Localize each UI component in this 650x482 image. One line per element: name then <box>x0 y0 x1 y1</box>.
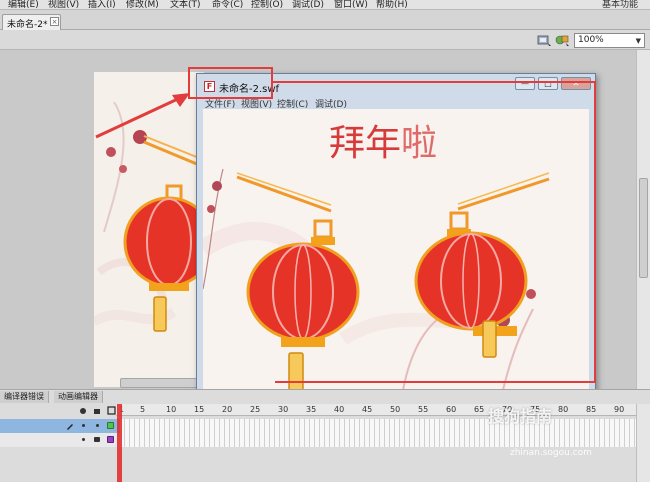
chevron-down-icon: ▼ <box>635 37 641 45</box>
visibility-dot-icon[interactable] <box>82 438 85 441</box>
layer-color-icon[interactable] <box>107 422 114 429</box>
highlight-outline <box>273 81 596 383</box>
menu-edit[interactable]: 编辑(E) <box>8 0 39 9</box>
outline-icon <box>107 406 116 415</box>
visibility-dot-icon[interactable] <box>82 424 85 427</box>
tab-motion-editor[interactable]: 动画编辑器 <box>54 391 103 403</box>
frame-number: 20 <box>222 405 233 414</box>
frame-number: 65 <box>474 405 485 414</box>
timeline-panel: 编译器错误 动画编辑器 1 5 10 15 20 25 30 35 40 45 … <box>0 389 650 482</box>
frame-number: 15 <box>194 405 205 414</box>
lock-icon[interactable] <box>94 437 100 442</box>
menu-control[interactable]: 控制(O) <box>251 0 283 9</box>
frame-number: 80 <box>558 405 569 414</box>
playhead[interactable] <box>117 404 122 482</box>
stage-horizontal-scrollbar[interactable] <box>120 378 200 388</box>
layer-2-frames[interactable] <box>120 433 636 447</box>
highlight-box <box>188 67 273 99</box>
menu-help[interactable]: 帮助(H) <box>376 0 408 9</box>
zoom-dropdown[interactable]: 100% ▼ <box>574 33 645 48</box>
edit-symbols-icon[interactable] <box>555 33 570 47</box>
document-tab-title: 未命名-2* <box>7 20 48 30</box>
menu-text[interactable]: 文本(T) <box>170 0 201 9</box>
menu-window[interactable]: 窗口(W) <box>334 0 368 9</box>
frame-number: 10 <box>166 405 177 414</box>
edit-bar: 100% ▼ <box>0 30 650 50</box>
frame-number: 5 <box>140 405 146 414</box>
menu-debug[interactable]: 调试(D) <box>292 0 324 9</box>
stage-vertical-scrollbar[interactable] <box>636 50 650 390</box>
layer-row-2[interactable] <box>0 433 120 447</box>
frame-ruler[interactable]: 1 5 10 15 20 25 30 35 40 45 50 55 60 65 … <box>116 404 636 416</box>
frame-number: 50 <box>390 405 401 414</box>
close-tab-icon[interactable]: × <box>50 17 59 26</box>
zoom-value: 100% <box>578 35 604 45</box>
frame-number: 30 <box>278 405 289 414</box>
menu-commands[interactable]: 命令(C) <box>212 0 243 9</box>
frame-number: 90 <box>614 405 625 414</box>
document-tab[interactable]: 未命名-2* × <box>2 14 61 30</box>
lock-dot-icon[interactable] <box>96 424 99 427</box>
menu-bar: 编辑(E) 视图(V) 插入(I) 修改(M) 文本(T) 命令(C) 控制(O… <box>0 0 650 10</box>
timeline-vertical-scrollbar[interactable] <box>636 404 650 482</box>
document-tab-bar: 未命名-2* × <box>0 10 650 30</box>
layer-1-frames[interactable] <box>120 419 636 433</box>
frame-number: 25 <box>250 405 261 414</box>
annotation-arrow-icon <box>95 93 190 139</box>
frame-number: 85 <box>586 405 597 414</box>
frame-number: 45 <box>362 405 373 414</box>
pencil-icon <box>67 424 73 430</box>
scrollbar-thumb[interactable] <box>639 178 648 278</box>
menu-view[interactable]: 视图(V) <box>48 0 79 9</box>
lock-icon <box>94 409 100 414</box>
layer-color-icon[interactable] <box>107 436 114 443</box>
frame-number: 60 <box>446 405 457 414</box>
edit-scene-icon[interactable] <box>537 33 552 47</box>
workspace-selector[interactable]: 基本功能 <box>602 0 638 9</box>
frame-number: 40 <box>334 405 345 414</box>
frame-number: 35 <box>306 405 317 414</box>
layer-row-1[interactable] <box>0 419 120 433</box>
frame-number: 55 <box>418 405 429 414</box>
layer-controls-header <box>80 406 116 415</box>
watermark-url: zhinan.sogou.com <box>510 448 592 458</box>
eye-icon <box>80 408 86 414</box>
watermark-text: 搜狗指南 <box>488 407 553 426</box>
menu-insert[interactable]: 插入(I) <box>88 0 116 9</box>
tab-compiler-errors[interactable]: 编译器错误 <box>0 391 49 403</box>
menu-modify[interactable]: 修改(M) <box>126 0 159 9</box>
